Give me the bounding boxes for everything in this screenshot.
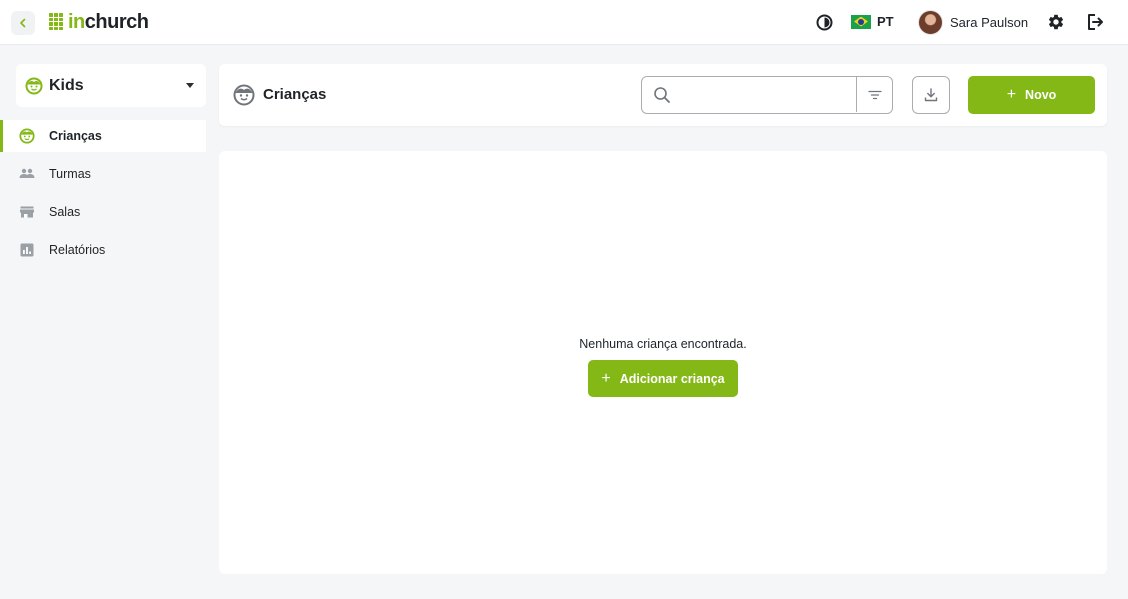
- room-icon: [19, 204, 35, 220]
- chevron-left-icon: [20, 18, 26, 28]
- module-label: Kids: [49, 76, 84, 94]
- back-button[interactable]: [11, 11, 35, 35]
- search-box: [641, 76, 893, 114]
- page-header: Crianças + Novo: [219, 64, 1107, 126]
- contrast-toggle-button[interactable]: [816, 14, 833, 31]
- sidebar-item-label: Turmas: [49, 167, 91, 181]
- module-selector[interactable]: Kids: [16, 64, 206, 107]
- top-bar: inchurch PT Sara Paulson: [0, 0, 1128, 45]
- report-icon: [19, 242, 35, 258]
- filter-icon: [867, 90, 882, 99]
- gear-icon: [1048, 14, 1064, 30]
- empty-state-message: Nenhuma criança encontrada.: [579, 337, 747, 351]
- contrast-icon: [816, 14, 833, 31]
- sidebar-item-relatorios[interactable]: Relatórios: [0, 234, 206, 266]
- brazil-flag-icon: [851, 14, 871, 29]
- sidebar-item-criancas[interactable]: Crianças: [0, 120, 206, 152]
- group-icon: [19, 166, 35, 182]
- download-icon: [924, 88, 938, 102]
- settings-button[interactable]: [1047, 13, 1065, 31]
- app-logo[interactable]: inchurch: [49, 11, 149, 33]
- logout-button[interactable]: [1086, 13, 1104, 31]
- sidebar-item-salas[interactable]: Salas: [0, 196, 206, 228]
- sidebar-item-label: Salas: [49, 205, 81, 219]
- logo-mark-icon: [49, 13, 65, 31]
- child-face-icon: [19, 128, 35, 144]
- sidebar-nav: Crianças Turmas Salas Relatórios: [0, 120, 206, 272]
- sidebar-item-label: Relatórios: [49, 243, 106, 257]
- search-input[interactable]: [678, 81, 854, 109]
- page-title: Crianças: [263, 86, 327, 103]
- sidebar-item-turmas[interactable]: Turmas: [0, 158, 206, 190]
- search-icon: [654, 87, 670, 103]
- add-child-button[interactable]: + Adicionar criança: [588, 360, 738, 397]
- child-face-icon: [25, 77, 43, 94]
- plus-icon: +: [1006, 86, 1017, 103]
- logout-icon: [1088, 14, 1103, 30]
- add-child-label: Adicionar criança: [619, 371, 725, 386]
- language-selector[interactable]: PT: [851, 14, 894, 29]
- content-panel: Nenhuma criança encontrada. + Adicionar …: [219, 151, 1107, 574]
- new-button[interactable]: + Novo: [968, 76, 1095, 114]
- user-name: Sara Paulson: [950, 15, 1029, 30]
- filter-button[interactable]: [856, 77, 892, 112]
- plus-icon: +: [601, 369, 611, 387]
- sidebar-item-label: Crianças: [49, 129, 102, 143]
- avatar: [918, 10, 943, 35]
- user-menu[interactable]: Sara Paulson: [918, 10, 1028, 35]
- download-button[interactable]: [912, 76, 950, 114]
- logo-text: inchurch: [68, 11, 149, 33]
- language-label: PT: [877, 14, 894, 29]
- caret-down-icon: [186, 83, 194, 88]
- new-button-label: Novo: [1025, 88, 1057, 102]
- child-face-icon: [233, 84, 255, 106]
